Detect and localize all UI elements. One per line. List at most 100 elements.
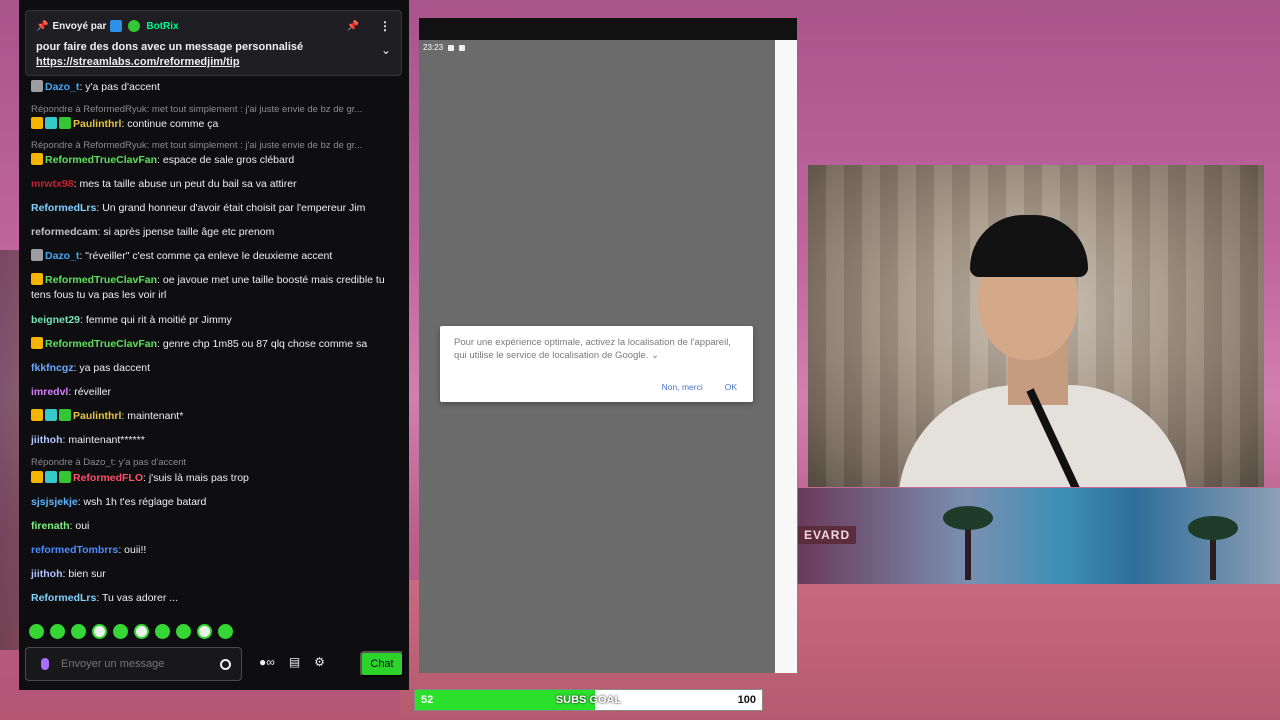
chat-username[interactable]: sjsjsjekje bbox=[31, 496, 78, 508]
chat-text: : genre chp 1m85 ou 87 qlq chose comme s… bbox=[157, 338, 368, 350]
chat-username[interactable]: imredvl bbox=[31, 386, 68, 398]
chat-text: : "réveiller" c'est comme ça enleve le d… bbox=[79, 250, 333, 262]
green-badge-icon[interactable] bbox=[59, 471, 71, 483]
pinned-link[interactable]: https://streamlabs.com/reformedjim/tip bbox=[36, 55, 391, 70]
yellow-badge-icon[interactable] bbox=[31, 153, 43, 165]
chat-text: : bien sur bbox=[62, 568, 106, 580]
chat-text: : si après jpense taille âge etc prenom bbox=[97, 226, 275, 238]
reply-context[interactable]: Répondre à ReformedRyuk: met tout simple… bbox=[31, 140, 395, 151]
palm-tree bbox=[943, 506, 993, 580]
chat-message: Paulinthrl: continue comme ça bbox=[31, 117, 395, 132]
emoji-picker-icon[interactable] bbox=[220, 658, 231, 670]
store-icon[interactable]: ▤ bbox=[289, 655, 300, 669]
emote-icon[interactable] bbox=[92, 624, 107, 639]
chat-message: ReformedTrueClavFan: genre chp 1m85 ou 8… bbox=[31, 337, 395, 352]
pinned-prefix: Envoyé par bbox=[52, 20, 107, 32]
emote-icon[interactable] bbox=[218, 624, 233, 639]
chat-username[interactable]: ReformedTrueClavFan bbox=[45, 154, 157, 166]
chat-username[interactable]: ReformedLrs bbox=[31, 592, 96, 604]
yellow-badge-icon[interactable] bbox=[31, 471, 43, 483]
green-badge-icon[interactable] bbox=[59, 117, 71, 129]
teal-badge-icon[interactable] bbox=[45, 471, 57, 483]
phone-topbar bbox=[419, 18, 797, 40]
chat-message: Dazo_t: "réveiller" c'est comme ça enlev… bbox=[31, 249, 395, 264]
yellow-badge-icon[interactable] bbox=[31, 117, 43, 129]
notification-icon bbox=[448, 44, 455, 51]
chat-text: : réveiller bbox=[68, 386, 111, 398]
chat-username[interactable]: mrwtx98 bbox=[31, 178, 74, 190]
yellow-badge-icon[interactable] bbox=[31, 337, 43, 349]
chat-text: : ouii!! bbox=[118, 544, 147, 556]
chat-username[interactable]: reformedcam bbox=[31, 226, 98, 238]
chat-message: ReformedLrs: Tu vas adorer ... bbox=[31, 591, 395, 606]
chat-username[interactable]: firenath bbox=[31, 520, 70, 532]
chat-send-button[interactable]: Chat bbox=[360, 651, 404, 677]
reply-context[interactable]: Répondre à Dazo_t: y'a pas d'accent bbox=[31, 457, 395, 468]
dialog-text: Pour une expérience optimale, activez la… bbox=[454, 336, 739, 362]
channel-points-icon[interactable]: ●∞ bbox=[259, 655, 275, 669]
ok-button[interactable]: OK bbox=[725, 382, 737, 392]
grey-badge-icon[interactable] bbox=[31, 249, 43, 261]
chat-username[interactable]: reformedTombrrs bbox=[31, 544, 118, 556]
emote-icon[interactable] bbox=[197, 624, 212, 639]
green-badge-icon[interactable] bbox=[59, 409, 71, 421]
pin-icon[interactable]: 📌 bbox=[347, 21, 359, 32]
mic-icon[interactable] bbox=[41, 658, 49, 670]
webcam-feed bbox=[808, 165, 1264, 487]
chevron-down-icon[interactable]: ⌄ bbox=[381, 43, 391, 57]
chat-message: sjsjsjekje: wsh 1h t'es réglage batard bbox=[31, 495, 395, 510]
chat-tools: ●∞ ▤ ⚙ bbox=[259, 655, 325, 669]
chat-message: ReformedTrueClavFan: espace de sale gros… bbox=[31, 153, 395, 168]
chat-username[interactable]: fkkfncgz bbox=[31, 362, 74, 374]
chat-text: : ya pas daccent bbox=[73, 362, 151, 374]
teal-badge-icon[interactable] bbox=[45, 409, 57, 421]
emote-icon[interactable] bbox=[134, 624, 149, 639]
chat-message: ReformedFLO: j'suis là mais pas trop bbox=[31, 471, 395, 486]
emote-icon[interactable] bbox=[29, 624, 44, 639]
chat-message: ReformedLrs: Un grand honneur d'avoir ét… bbox=[31, 201, 395, 216]
dialog-expand-icon[interactable]: ⌄ bbox=[651, 350, 659, 361]
chat-username[interactable]: Dazo_t bbox=[45, 250, 79, 262]
emote-icon[interactable] bbox=[113, 624, 128, 639]
pinned-message[interactable]: 📌 Envoyé par BotRix 📌 ⋮ pour faire des d… bbox=[25, 10, 402, 76]
settings-gear-icon[interactable]: ⚙ bbox=[314, 655, 325, 669]
pinned-text: pour faire des dons avec un message pers… bbox=[36, 41, 304, 53]
chat-username[interactable]: beignet29 bbox=[31, 314, 80, 326]
chat-username[interactable]: jiithoh bbox=[31, 434, 63, 446]
message-input[interactable] bbox=[61, 658, 220, 670]
yellow-badge-icon[interactable] bbox=[31, 273, 43, 285]
chat-text: : Un grand honneur d'avoir était choisit… bbox=[96, 202, 366, 214]
chat-username[interactable]: Paulinthrl bbox=[73, 410, 121, 422]
pinned-bot-name[interactable]: BotRix bbox=[146, 21, 178, 32]
reply-context[interactable]: Répondre à ReformedRyuk: met tout simple… bbox=[31, 104, 395, 115]
phone-status-bar: 23:23 bbox=[423, 43, 466, 52]
chat-username[interactable]: ReformedTrueClavFan bbox=[45, 338, 157, 350]
pinned-header: 📌 Envoyé par BotRix 📌 ⋮ bbox=[36, 19, 391, 33]
teal-badge-icon[interactable] bbox=[45, 117, 57, 129]
emote-icon[interactable] bbox=[71, 624, 86, 639]
chat-text: : y'a pas d'accent bbox=[79, 81, 160, 93]
chat-panel: 📌 Envoyé par BotRix 📌 ⋮ pour faire des d… bbox=[19, 0, 409, 690]
emote-icon[interactable] bbox=[50, 624, 65, 639]
grey-badge-icon[interactable] bbox=[31, 80, 43, 92]
location-dialog: Pour une expérience optimale, activez la… bbox=[440, 326, 753, 402]
phone-side-panel bbox=[775, 40, 797, 673]
chat-username[interactable]: Paulinthrl bbox=[73, 118, 121, 130]
building-sign: EVARD bbox=[798, 526, 857, 544]
message-input-box[interactable] bbox=[25, 647, 242, 681]
chat-username[interactable]: jiithoh bbox=[31, 568, 63, 580]
chat-username[interactable]: ReformedFLO bbox=[73, 472, 143, 484]
more-options-icon[interactable]: ⋮ bbox=[379, 19, 391, 33]
dismiss-button[interactable]: Non, merci bbox=[662, 382, 703, 392]
emote-icon[interactable] bbox=[155, 624, 170, 639]
chat-text: : mes ta taille abuse un peut du bail sa… bbox=[73, 178, 297, 190]
status-time: 23:23 bbox=[423, 43, 444, 52]
yellow-badge-icon[interactable] bbox=[31, 409, 43, 421]
dialog-message: Pour une expérience optimale, activez la… bbox=[454, 337, 731, 361]
chat-username[interactable]: Dazo_t bbox=[45, 81, 79, 93]
chat-message: reformedTombrrs: ouii!! bbox=[31, 543, 395, 558]
chat-username[interactable]: ReformedLrs bbox=[31, 202, 96, 214]
subs-goal-bar: 52 SUBS GOAL 100 bbox=[414, 689, 763, 711]
chat-username[interactable]: ReformedTrueClavFan bbox=[45, 274, 157, 286]
emote-icon[interactable] bbox=[176, 624, 191, 639]
